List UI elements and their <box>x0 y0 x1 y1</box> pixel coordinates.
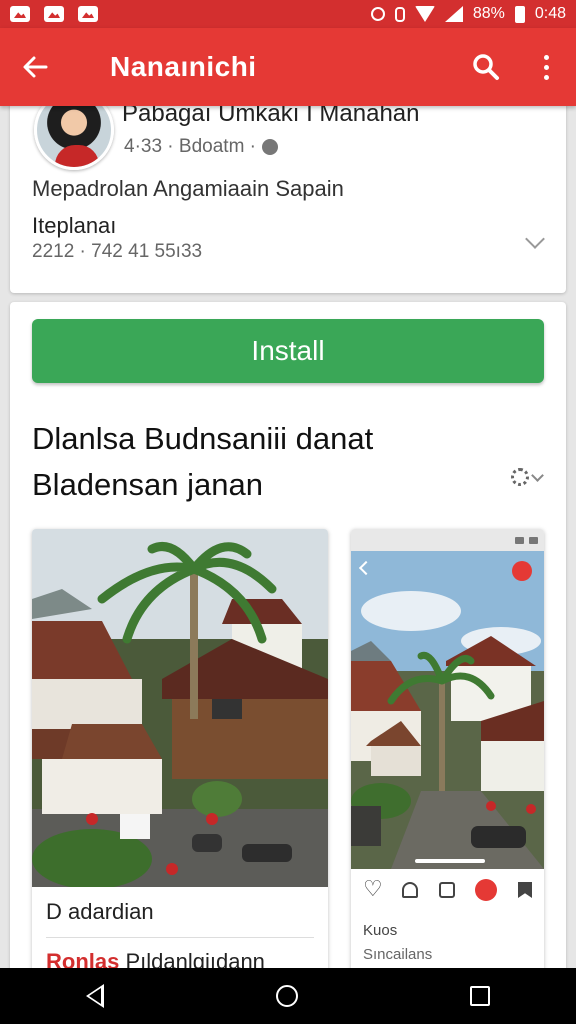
clock: 0:48 <box>534 5 566 22</box>
section-title: Dlanlsa Budnsaniii danat Bladensan janan <box>32 421 374 502</box>
profile-phone: 2212 · 742 41 55ı33 <box>32 241 203 262</box>
search-button[interactable] <box>456 28 516 106</box>
search-icon <box>473 54 499 80</box>
profile-meta-text: 4·33 · Bdoatm · <box>124 136 256 157</box>
globe-icon <box>262 139 278 155</box>
bookmark-icon[interactable] <box>518 882 532 898</box>
arrow-left-icon <box>23 56 48 78</box>
section-options[interactable] <box>511 468 544 486</box>
expand-chevron-icon[interactable] <box>525 229 545 249</box>
profile-card[interactable]: Pabagaı Umkakı I Manahan 4·33 · Bdoatm ·… <box>10 90 566 293</box>
gallery-notification-icon <box>44 6 64 22</box>
mini-battery-icon <box>529 536 538 544</box>
gallery-notification-icon <box>78 6 98 22</box>
main-card: Install Dlanlsa Budnsaniii danat Bladens… <box>10 302 566 989</box>
heart-icon[interactable] <box>363 876 383 902</box>
settings-icon <box>511 468 529 486</box>
tile-caption: D adardian <box>46 899 154 924</box>
alarm-icon <box>370 7 385 21</box>
wifi-icon <box>414 6 435 22</box>
profile-subtitle: Iteplanaı <box>32 213 117 238</box>
village-photo[interactable] <box>32 529 328 887</box>
battery-percent: 88% <box>472 5 505 22</box>
record-dot-icon <box>512 561 532 581</box>
app-bar: Nanaınichi <box>0 28 576 106</box>
profile-meta: 4·33 · Bdoatm · <box>124 136 278 158</box>
village-photo-2[interactable] <box>351 551 544 869</box>
system-nav-bar <box>0 968 576 1024</box>
status-bar: 88% 0:48 <box>0 0 576 28</box>
media-tile[interactable]: D adardian Ronlas Pıldanlgiıdann <box>32 529 328 989</box>
more-vert-icon <box>543 54 549 80</box>
screenshot-tile[interactable]: Kuos Sıncailans <box>351 529 544 989</box>
battery-icon <box>514 5 525 23</box>
mini-signal-icon <box>515 536 524 544</box>
tile-caption-2: Kuos <box>363 922 398 939</box>
install-button[interactable]: Install <box>32 319 544 383</box>
notification-area <box>10 6 98 22</box>
vibrate-icon <box>394 6 405 22</box>
record-button-icon[interactable] <box>475 879 498 901</box>
profile-description: Mepadrolan Angamiaain Sapain <box>32 176 344 201</box>
nav-back-icon[interactable] <box>86 984 104 1008</box>
back-button[interactable] <box>0 28 70 106</box>
mini-status-bar <box>351 529 544 551</box>
app-title: Nanaınichi <box>110 51 257 82</box>
square-icon[interactable] <box>438 882 455 898</box>
chevron-down-icon <box>531 468 544 482</box>
tile-divider <box>46 937 314 938</box>
tile-subtitle-2: Sıncailans <box>363 946 433 963</box>
tile-actions <box>351 876 544 902</box>
mini-home-indicator <box>415 859 485 863</box>
nav-home-icon[interactable] <box>276 985 298 1007</box>
system-tray: 88% 0:48 <box>370 5 566 23</box>
more-options-button[interactable] <box>516 28 576 106</box>
app-bar-actions <box>456 28 576 106</box>
bell-icon[interactable] <box>401 882 418 898</box>
gallery-notification-icon <box>10 6 30 22</box>
nav-recent-icon[interactable] <box>470 986 490 1006</box>
signal-icon <box>444 6 463 22</box>
